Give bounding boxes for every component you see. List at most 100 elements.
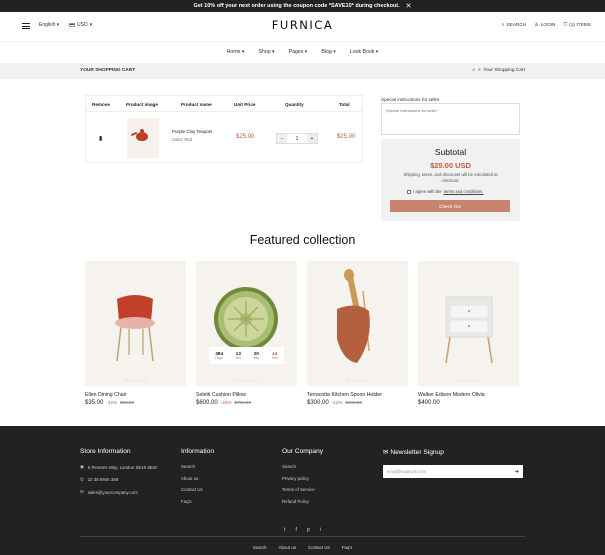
footer-information: Information Search About us Contact Us F… — [181, 448, 214, 504]
footer-bottom-link[interactable]: Faq's — [342, 545, 353, 550]
header-actions: ⌕ SEARCH ♙ LOGIN ⛉ (1) ITEMS — [502, 22, 592, 29]
nav-item-lookbook[interactable]: Look Book ▾ — [350, 49, 379, 55]
terms-agreement: I agree with the terms and conditions. — [407, 189, 483, 194]
countdown-timer: 384 Days 13 Hrs 20 Min 44 Sec — [209, 347, 284, 364]
envelope-icon: ✉ — [383, 449, 389, 456]
footer-bottom-nav: Search About us Contact Us Faq's — [0, 545, 605, 550]
subtotal-note: Shipping, taxes, and discounts will be c… — [403, 172, 498, 183]
submit-arrow-icon[interactable]: ➔ — [515, 469, 519, 475]
checkout-button[interactable]: Check Out — [390, 200, 510, 212]
breadcrumb: YOUR SHOPPING CART ⌂ > Your Shopping Car… — [0, 63, 605, 79]
product-name[interactable]: Purple Clay Teapots — [172, 129, 212, 134]
announcement-text: Get 10% off your next order using the co… — [193, 3, 400, 9]
footer-link[interactable]: Refund Policy — [282, 499, 323, 504]
product-card[interactable]: ☆☆☆☆☆ Ellen Dining Chair $35.00 -42% $60… — [85, 261, 186, 406]
main-nav: Home ▾ Shop ▾ Pages ▾ Blog ▾ Look Book ▾ — [0, 42, 605, 62]
mail-icon: ✉ — [80, 489, 84, 494]
product-image[interactable]: ☆☆☆☆☆ — [418, 261, 519, 386]
product-name[interactable]: Walker Edison Modern Olivia — [418, 392, 519, 398]
instructions-textarea[interactable] — [381, 103, 520, 135]
featured-title: Featured collection — [249, 233, 356, 247]
rating-stars: ☆☆☆☆☆ — [346, 378, 369, 383]
footer-newsletter: ✉ Newsletter Signup email@example.com ➔ — [383, 448, 523, 478]
footer-bottom-link[interactable]: About us — [279, 545, 296, 550]
site-header: English ▾ USD ▾ FURNICA ⌕ SEARCH ♙ LOGIN ⛉… — [0, 12, 605, 42]
product-image[interactable]: ☆☆☆☆☆ — [307, 261, 408, 386]
col-quantity: Quantity — [285, 102, 304, 107]
footer-link[interactable]: Contact Us — [181, 487, 214, 492]
table-divider — [86, 111, 362, 112]
nav-item-home[interactable]: Home ▾ — [227, 49, 245, 55]
product-card[interactable]: ☆☆☆☆☆ Terracotta Kitchen Spoon Holder $3… — [307, 261, 408, 406]
home-icon[interactable]: ⌂ — [472, 68, 475, 73]
footer-link[interactable]: Terms of Service — [282, 487, 323, 492]
footer-link[interactable]: Faq's — [181, 499, 214, 504]
close-icon[interactable]: ✕ — [406, 2, 412, 10]
nav-item-shop[interactable]: Shop ▾ — [258, 49, 274, 55]
newsletter-email-input[interactable]: email@example.com ➔ — [383, 465, 523, 478]
product-name[interactable]: Ellen Dining Chair — [85, 392, 186, 398]
product-variant: Color: Red — [172, 137, 193, 142]
unit-price: $25.00 — [236, 134, 255, 140]
product-price: $300.00 -12% $340.00 — [307, 400, 363, 406]
product-name[interactable]: Terracotta Kitchen Spoon Holder — [307, 392, 408, 398]
facebook-icon[interactable]: f — [296, 527, 297, 533]
footer-company: Our Company Search Privacy policy Terms … — [282, 448, 324, 504]
login-button[interactable]: ♙ LOGIN — [534, 23, 555, 28]
col-name: Product name — [181, 102, 212, 107]
user-icon: ♙ — [534, 22, 539, 28]
site-footer: Store Information ◉ 6 Pentnes Way, London… — [0, 426, 605, 555]
instagram-icon[interactable]: i — [320, 527, 321, 533]
cart-table: Remove Product image Product name Unit P… — [85, 95, 363, 163]
product-name[interactable]: Seletti Cushion Pillow — [196, 392, 297, 398]
footer-bottom-link[interactable]: Search — [253, 545, 267, 550]
footer-link[interactable]: About us — [181, 476, 214, 481]
subtotal-amount: $25.00 USD — [430, 161, 471, 170]
product-image[interactable] — [127, 118, 159, 158]
twitter-icon[interactable]: t — [284, 527, 285, 533]
product-price: $400.00 — [418, 400, 440, 406]
pinterest-icon[interactable]: p — [307, 527, 310, 533]
product-card[interactable]: 384 Days 13 Hrs 20 Min 44 Sec ☆☆☆☆☆ Seletti … — [196, 261, 297, 406]
cart-icon: ⛉ — [563, 23, 568, 28]
nav-item-pages[interactable]: Pages ▾ — [289, 49, 308, 55]
product-price: $35.00 -42% $60.00 — [85, 400, 135, 406]
footer-divider — [80, 536, 525, 537]
rating-stars: ☆☆☆☆☆ — [235, 378, 258, 383]
terms-link[interactable]: terms and conditions. — [444, 189, 484, 194]
nav-item-blog[interactable]: Blog ▾ — [321, 49, 335, 55]
footer-bottom-link[interactable]: Contact Us — [308, 545, 330, 550]
col-total: Total — [339, 102, 350, 107]
quantity-stepper: − 1 + — [276, 133, 318, 144]
page-title: YOUR SHOPPING CART — [80, 68, 136, 73]
col-unit-price: Unit Price — [234, 102, 256, 107]
location-icon: ◉ — [80, 464, 84, 469]
search-icon: ⌕ — [501, 23, 505, 28]
search-button[interactable]: ⌕ SEARCH — [502, 22, 527, 28]
footer-link[interactable]: Search — [181, 464, 214, 469]
rating-stars: ☆☆☆☆☆ — [457, 378, 480, 383]
quantity-input[interactable]: 1 — [287, 134, 307, 143]
rating-stars: ☆☆☆☆☆ — [124, 378, 147, 383]
phone-icon: ✆ — [80, 476, 84, 482]
footer-link[interactable]: Search — [282, 464, 323, 469]
announcement-bar: Get 10% off your next order using the co… — [0, 0, 605, 12]
quantity-minus-button[interactable]: − — [277, 134, 287, 143]
cart-button[interactable]: ⛉ (1) ITEMS — [564, 22, 592, 28]
subtotal-title: Subtotal — [434, 147, 467, 157]
product-card[interactable]: ☆☆☆☆☆ Walker Edison Modern Olivia $400.0… — [418, 261, 519, 406]
product-image[interactable]: 384 Days 13 Hrs 20 Min 44 Sec ☆☆☆☆☆ — [196, 261, 297, 386]
col-remove: Remove — [92, 102, 110, 107]
footer-store-info: Store Information ◉ 6 Pentnes Way, London… — [80, 448, 157, 495]
quantity-plus-button[interactable]: + — [307, 134, 317, 143]
col-image: Product image — [126, 102, 158, 107]
footer-link[interactable]: Privacy policy — [282, 476, 323, 481]
trash-icon[interactable]: ▮ — [99, 135, 102, 142]
product-image[interactable]: ☆☆☆☆☆ — [85, 261, 186, 386]
instructions-label: Special instructions for seller — [381, 97, 440, 102]
breadcrumb-trail: ⌂ > Your Shopping Cart — [472, 68, 525, 73]
product-price: $600.00 -20% $750.00 — [196, 400, 252, 406]
subtotal-panel: Subtotal $25.00 USD Shipping, taxes, and… — [381, 139, 520, 221]
line-total: $25.00 — [337, 134, 356, 140]
terms-checkbox[interactable] — [407, 189, 411, 194]
